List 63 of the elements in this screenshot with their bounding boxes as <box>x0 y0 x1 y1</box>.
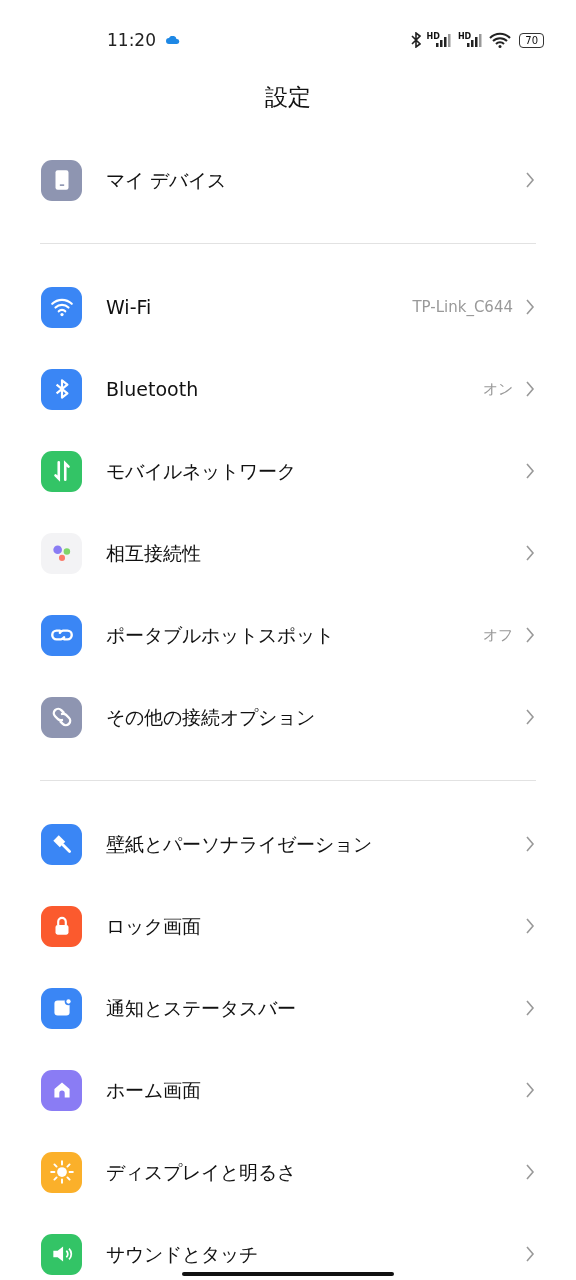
settings-item[interactable]: 相互接続性 <box>0 512 576 594</box>
chevron-icon <box>525 917 535 935</box>
chevron-icon <box>525 626 535 644</box>
chevron-icon <box>525 708 535 726</box>
item-label: 壁紙とパーソナライゼーション <box>106 833 373 855</box>
battery-icon: 70 <box>519 32 544 48</box>
bluetooth-icon <box>41 368 82 410</box>
chevron-icon <box>525 462 535 480</box>
chevron-icon <box>525 171 535 189</box>
item-label: ホーム画面 <box>106 1079 202 1101</box>
cloud-icon <box>166 36 180 44</box>
item-label: Wi-Fi <box>106 296 153 318</box>
chevron-icon <box>525 544 535 562</box>
brush-icon <box>41 823 82 865</box>
status-time: 11:20 <box>107 30 156 50</box>
chevron-icon <box>525 298 535 316</box>
phone-icon <box>41 159 82 201</box>
network-label: HD <box>457 33 472 41</box>
dots-icon <box>41 532 82 574</box>
settings-item[interactable]: その他の接続オプション <box>0 676 576 758</box>
chevron-icon <box>525 1245 535 1263</box>
settings-item[interactable]: ポータブルホットスポット オフ <box>0 594 576 676</box>
notification-icon <box>41 987 82 1029</box>
home-indicator[interactable] <box>182 1272 394 1276</box>
network-label: HD <box>426 33 440 41</box>
chevron-icon <box>525 1081 535 1099</box>
settings-item[interactable]: 通知とステータスバー <box>0 967 576 1049</box>
chevron-icon <box>525 1163 535 1181</box>
settings-item[interactable]: ロック画面 <box>0 885 576 967</box>
item-label: Bluetooth <box>106 378 200 400</box>
home-icon <box>41 1069 82 1111</box>
item-label: ロック画面 <box>106 915 202 937</box>
settings-item[interactable]: マイ デバイス <box>0 139 576 221</box>
item-label: サウンドとタッチ <box>106 1243 259 1265</box>
wifi-icon <box>41 286 82 328</box>
sun-icon <box>41 1151 82 1193</box>
item-label: ディスプレイと明るさ <box>106 1161 297 1183</box>
item-label: 相互接続性 <box>106 542 202 564</box>
item-label: 通知とステータスバー <box>106 997 297 1019</box>
item-value: TP-Link_C644 <box>412 298 513 316</box>
item-label: ポータブルホットスポット <box>106 624 335 646</box>
item-label: マイ デバイス <box>106 169 228 191</box>
chevron-icon <box>525 835 535 853</box>
item-label: モバイルネットワーク <box>106 460 297 482</box>
chevron-icon <box>525 999 535 1017</box>
settings-item[interactable]: Bluetooth オン <box>0 348 576 430</box>
wifi-icon <box>489 32 512 48</box>
item-value: オン <box>483 379 513 399</box>
item-label: その他の接続オプション <box>106 706 316 728</box>
chevron-icon <box>525 380 535 398</box>
settings-item[interactable]: 壁紙とパーソナライゼーション <box>0 803 576 885</box>
settings-item[interactable]: モバイルネットワーク <box>0 430 576 512</box>
settings-item[interactable]: ホーム画面 <box>0 1049 576 1131</box>
link-icon <box>41 614 82 656</box>
page-title: 設定 <box>265 83 311 112</box>
settings-item[interactable]: ディスプレイと明るさ <box>0 1131 576 1213</box>
speaker-icon <box>41 1233 82 1275</box>
link-icon <box>41 696 82 738</box>
item-value: オフ <box>483 625 513 645</box>
arrows-icon <box>41 450 82 492</box>
settings-item[interactable]: Wi-Fi TP-Link_C644 <box>0 266 576 348</box>
lock-icon <box>41 905 82 947</box>
bluetooth-icon <box>410 32 421 48</box>
